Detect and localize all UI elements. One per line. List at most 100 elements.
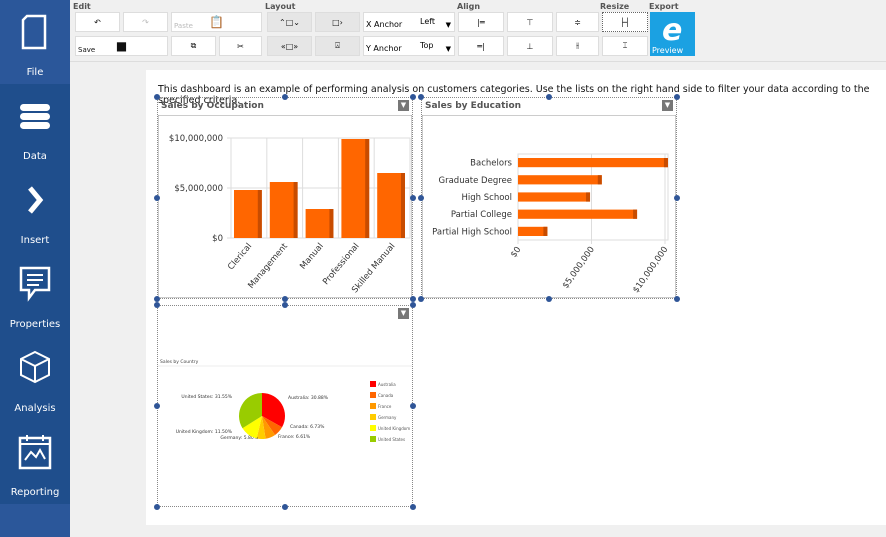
legend-label: France	[378, 404, 392, 409]
bar-side	[543, 226, 548, 236]
resize-handle[interactable]	[154, 94, 160, 100]
widget-sales-by-education[interactable]: Sales by Education ▼ $0 $5,000,000 $10,000…	[421, 97, 677, 299]
bar-side	[633, 209, 638, 219]
sidebar-item-data[interactable]: Data	[0, 84, 70, 168]
save-button[interactable]: Save ■	[75, 36, 168, 56]
clipboard-icon: 📋	[209, 15, 224, 29]
expand-vertical-icon: ⌃□⌄	[279, 17, 300, 27]
resize-handle[interactable]	[674, 296, 680, 302]
calendar-chart-icon	[18, 435, 52, 470]
expand-vertical-button[interactable]: ⌃□⌄	[267, 12, 312, 32]
resize-handle[interactable]	[282, 94, 288, 100]
pie-label: Canada: 6.73%	[290, 424, 325, 430]
widget-sales-by-country[interactable]: ▼ Sales by Country Australia: 30.88% Austr…	[157, 305, 413, 507]
pie-label: United States: 31.55%	[181, 394, 232, 400]
copy-button[interactable]: ⧉	[171, 36, 216, 56]
cut-button[interactable]: ✂	[219, 36, 262, 56]
resize-handle[interactable]	[418, 195, 424, 201]
svg-text:e: e	[662, 13, 682, 46]
resize-height-button[interactable]: ⌶	[602, 36, 648, 56]
redo-button[interactable]: ↷	[123, 12, 168, 32]
y-tick-label: $5,000,000	[174, 184, 223, 194]
file-icon	[21, 14, 47, 50]
x-tick-label: Professional	[321, 242, 362, 288]
x-tick-label: Clerical	[226, 242, 254, 273]
widget-menu-icon[interactable]: ▼	[662, 100, 673, 111]
undo-button[interactable]: ↶	[75, 12, 120, 32]
bar	[269, 182, 298, 238]
resize-handle[interactable]	[418, 94, 424, 100]
group-align-label: Align	[457, 2, 481, 11]
resize-handle[interactable]	[410, 195, 416, 201]
y-anchor-select[interactable]: Y Anchor Top ▼	[363, 36, 455, 56]
resize-width-button[interactable]: ├┤	[602, 12, 648, 32]
paste-button[interactable]: Paste 📋	[171, 12, 262, 32]
legend-swatch	[370, 414, 376, 420]
legend-swatch	[370, 436, 376, 442]
sidebar-item-file[interactable]: File	[0, 0, 70, 84]
resize-handle[interactable]	[154, 403, 160, 409]
anchor-bottom-button[interactable]: ⍓	[315, 36, 360, 56]
align-top-button[interactable]: ⊤	[507, 12, 553, 32]
sidebar-item-analysis[interactable]: Analysis	[0, 336, 70, 420]
resize-handle[interactable]	[674, 195, 680, 201]
legend-swatch	[370, 392, 376, 398]
resize-handle[interactable]	[282, 504, 288, 510]
resize-handle[interactable]	[674, 94, 680, 100]
preview-button[interactable]: e Preview	[650, 12, 695, 56]
x-anchor-select[interactable]: X Anchor Left ▼	[363, 12, 455, 32]
resize-height-icon: ⌶	[622, 41, 628, 50]
y-tick-label: $10,000,000	[169, 134, 223, 144]
align-center-button[interactable]: ⫲	[556, 36, 599, 56]
legend-swatch	[370, 403, 376, 409]
sidebar: File Data Insert Properties Analysis Rep…	[0, 0, 70, 537]
bar-side	[401, 173, 405, 238]
chart-title: Sales by Country	[160, 359, 199, 365]
align-right-button[interactable]: ═|	[458, 36, 504, 56]
align-bottom-icon: ⊥	[526, 41, 534, 51]
sidebar-item-insert[interactable]: Insert	[0, 168, 70, 252]
legend-label: United Kingdom	[378, 426, 410, 431]
sidebar-item-properties[interactable]: Properties	[0, 252, 70, 336]
bar	[234, 190, 262, 238]
resize-handle[interactable]	[410, 302, 416, 308]
anchor-right-icon: □›	[332, 17, 343, 27]
database-icon	[20, 104, 50, 129]
resize-handle[interactable]	[154, 302, 160, 308]
resize-handle[interactable]	[546, 94, 552, 100]
align-middle-button[interactable]: ≑	[556, 12, 599, 32]
y-tick-label: High School	[462, 193, 512, 203]
redo-icon: ↷	[142, 17, 149, 27]
resize-handle[interactable]	[154, 504, 160, 510]
pie-label: Australia: 30.88%	[288, 395, 329, 401]
align-left-icon: |═	[477, 17, 485, 27]
resize-handle[interactable]	[282, 302, 288, 308]
expand-horizontal-icon: «□»	[280, 41, 299, 51]
resize-handle[interactable]	[154, 195, 160, 201]
y-tick-label: Graduate Degree	[439, 176, 512, 186]
cube-icon	[20, 350, 50, 384]
resize-handle[interactable]	[546, 296, 552, 302]
resize-width-icon: ├┤	[620, 17, 630, 27]
bar-side	[663, 158, 668, 168]
widget-menu-icon[interactable]: ▼	[398, 100, 409, 111]
align-left-button[interactable]: |═	[458, 12, 504, 32]
anchor-right-button[interactable]: □›	[315, 12, 360, 32]
resize-handle[interactable]	[410, 403, 416, 409]
bar	[377, 173, 405, 238]
bar-side	[365, 139, 370, 238]
education-chart: $0 $5,000,000 $10,000,000 Bachelors Graduate…	[422, 115, 676, 298]
legend-label: Australia	[378, 382, 396, 387]
align-bottom-button[interactable]: ⊥	[507, 36, 553, 56]
dropdown-arrow-icon: ▼	[445, 45, 451, 53]
copy-icon: ⧉	[190, 41, 197, 50]
sidebar-item-reporting[interactable]: Reporting	[0, 420, 70, 504]
undo-icon: ↶	[94, 17, 101, 27]
resize-handle[interactable]	[410, 94, 416, 100]
resize-handle[interactable]	[410, 504, 416, 510]
resize-handle[interactable]	[418, 296, 424, 302]
expand-horizontal-button[interactable]: «□»	[267, 36, 312, 56]
bar	[305, 209, 334, 238]
bar	[518, 192, 591, 202]
widget-sales-by-occupation[interactable]: Sales by Occupation ▼ $0 $5,000,000 $10,00…	[157, 97, 413, 299]
